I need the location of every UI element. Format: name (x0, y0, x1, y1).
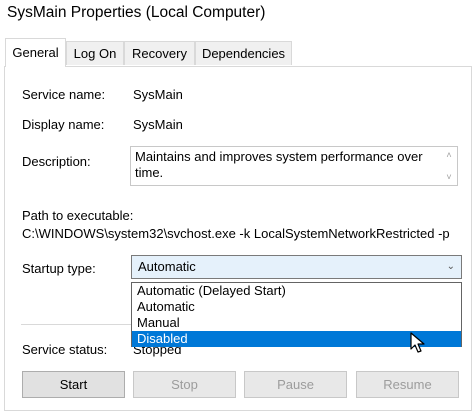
stop-button[interactable]: Stop (133, 371, 236, 398)
description-textbox[interactable]: Maintains and improves system performanc… (130, 146, 458, 186)
service-status-label: Service status: (22, 342, 108, 357)
option-manual[interactable]: Manual (132, 315, 461, 331)
startup-type-selected: Automatic (138, 259, 196, 274)
display-name-value: SysMain (133, 117, 183, 132)
startup-type-label: Startup type: (22, 261, 96, 276)
tab-strip: General Log On Recovery Dependencies (0, 38, 474, 67)
mouse-pointer-icon (410, 332, 425, 353)
start-button[interactable]: Start (22, 371, 125, 398)
service-name-label: Service name: (22, 87, 106, 102)
service-properties-dialog: SysMain Properties (Local Computer) Gene… (0, 0, 474, 411)
pause-button[interactable]: Pause (244, 371, 347, 398)
startup-type-combobox[interactable]: Automatic ⌄ (131, 255, 462, 279)
path-label: Path to executable: (22, 208, 134, 223)
window-title: SysMain Properties (Local Computer) (7, 4, 266, 21)
option-automatic[interactable]: Automatic (132, 299, 461, 315)
option-automatic-delayed[interactable]: Automatic (Delayed Start) (132, 283, 461, 299)
path-value: C:\WINDOWS\system32\svchost.exe -k Local… (22, 226, 450, 241)
chevron-down-icon[interactable]: ⌄ (447, 256, 455, 278)
tab-general[interactable]: General (5, 38, 66, 67)
service-name-value: SysMain (133, 87, 183, 102)
tab-dependencies[interactable]: Dependencies (195, 41, 292, 65)
tab-log-on[interactable]: Log On (66, 41, 124, 65)
resume-button[interactable]: Resume (356, 371, 459, 398)
description-scrollbar[interactable]: ˄ ˅ (441, 147, 457, 185)
title-bar[interactable]: SysMain Properties (Local Computer) (0, 0, 474, 30)
description-text: Maintains and improves system performanc… (135, 149, 423, 180)
description-label: Description: (22, 154, 91, 169)
section-divider (21, 324, 131, 325)
scroll-up-icon[interactable]: ˄ (444, 150, 454, 160)
tab-recovery[interactable]: Recovery (124, 41, 195, 65)
display-name-label: Display name: (22, 117, 105, 132)
scroll-down-icon[interactable]: ˅ (444, 172, 454, 182)
